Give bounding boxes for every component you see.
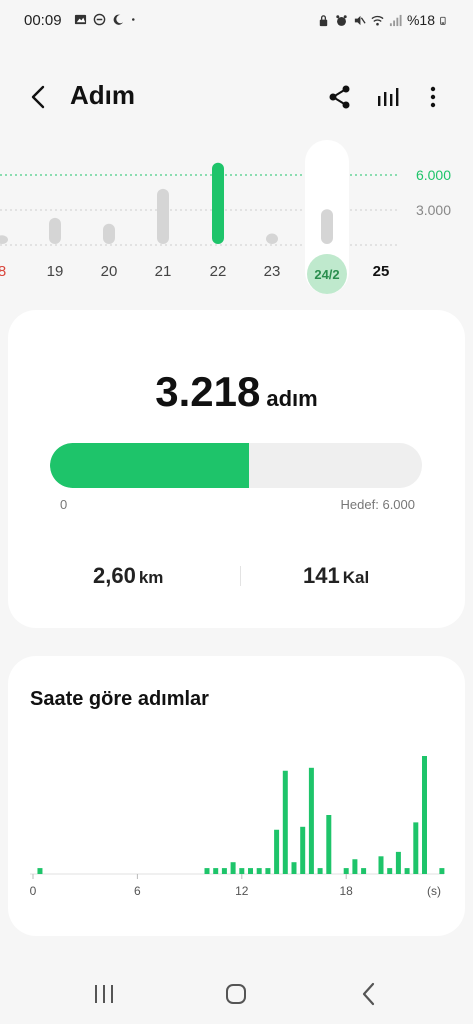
weekly-steps-chart: 8 19 20 21 22 23 24/2 25 6.000 3.000 bbox=[0, 138, 473, 298]
recent-apps-icon[interactable] bbox=[87, 979, 121, 1009]
trends-icon[interactable] bbox=[374, 82, 404, 112]
distance-value: 2,60 bbox=[93, 563, 136, 588]
hour-axis-label: 12 bbox=[235, 884, 249, 898]
hourly-bar bbox=[37, 868, 43, 874]
axis-label-goal: 6.000 bbox=[415, 167, 451, 183]
more-options-icon[interactable] bbox=[418, 82, 448, 112]
day-label[interactable]: 19 bbox=[47, 263, 64, 280]
alarm-lock-icon bbox=[319, 14, 328, 26]
goal-progress-fill bbox=[50, 443, 250, 488]
hourly-steps-card: Saate göre adımlar 0 6 12 18 (s) bbox=[8, 656, 465, 936]
goal-progress-bar bbox=[50, 443, 422, 488]
hourly-bar bbox=[300, 826, 306, 874]
progress-min-label: 0 bbox=[60, 497, 68, 512]
hourly-bar bbox=[282, 770, 288, 874]
hourly-bar bbox=[230, 862, 236, 874]
back-nav-icon[interactable] bbox=[352, 979, 386, 1009]
share-icon[interactable] bbox=[325, 82, 355, 112]
hourly-bar bbox=[291, 862, 297, 874]
hourly-bar bbox=[439, 868, 445, 874]
status-bar: 00:09 %18 bbox=[0, 0, 473, 44]
page-title: Adım bbox=[70, 80, 135, 110]
image-icon bbox=[74, 14, 87, 25]
battery-icon bbox=[440, 16, 446, 25]
status-system-icons: %18 bbox=[317, 12, 449, 28]
hourly-bar bbox=[395, 851, 401, 874]
hourly-bar bbox=[378, 856, 384, 874]
hour-axis-label: 18 bbox=[339, 884, 353, 898]
dot-icon bbox=[132, 18, 135, 21]
hourly-bar bbox=[213, 868, 219, 874]
day-label[interactable]: 20 bbox=[101, 263, 118, 280]
hourly-bar bbox=[413, 822, 419, 874]
alarm-icon bbox=[336, 14, 347, 26]
app-header: Adım bbox=[0, 70, 473, 122]
hourly-bar bbox=[343, 868, 349, 874]
day-label[interactable]: 22 bbox=[210, 263, 227, 280]
steps-count: 3.218 bbox=[155, 368, 261, 415]
day-label[interactable]: 8 bbox=[0, 263, 6, 280]
hourly-bar bbox=[422, 756, 427, 874]
stat-divider bbox=[240, 566, 241, 586]
hourly-bar bbox=[361, 868, 367, 874]
day-label[interactable]: 25 bbox=[373, 263, 390, 280]
hourly-bar bbox=[308, 767, 314, 874]
hourly-bar bbox=[239, 868, 245, 874]
day-label[interactable]: 21 bbox=[155, 263, 172, 280]
status-time: 00:09 bbox=[24, 12, 62, 29]
mute-icon bbox=[354, 15, 366, 25]
day-bar[interactable] bbox=[0, 235, 8, 244]
day-bar[interactable] bbox=[266, 233, 278, 244]
battery-percent: %18 bbox=[406, 12, 435, 28]
hourly-bar bbox=[387, 868, 393, 874]
day-bar[interactable] bbox=[157, 188, 169, 244]
home-icon[interactable] bbox=[219, 979, 253, 1009]
hourly-bar bbox=[274, 829, 280, 874]
hourly-bar bbox=[248, 868, 253, 874]
hourly-bar bbox=[204, 868, 210, 874]
day-bar[interactable] bbox=[103, 223, 115, 244]
hourly-bar bbox=[326, 815, 332, 874]
hour-axis-label: 6 bbox=[134, 884, 141, 898]
distance-unit: km bbox=[138, 568, 164, 587]
wifi-icon bbox=[371, 15, 384, 26]
hourly-bar bbox=[404, 868, 410, 874]
day-bar[interactable] bbox=[212, 162, 224, 244]
hourly-bar bbox=[221, 868, 227, 874]
distance-stat: 2,60 km bbox=[93, 563, 163, 589]
axis-label-mid: 3.000 bbox=[415, 202, 451, 218]
hourly-bar bbox=[352, 859, 358, 874]
calories-value: 141 bbox=[303, 563, 340, 588]
back-button[interactable] bbox=[24, 82, 54, 112]
hourly-bar bbox=[317, 868, 323, 874]
summary-card: 3.218 adım 0 Hedef: 6.000 2,60 km 141 Kal bbox=[8, 310, 465, 628]
moon-icon bbox=[113, 14, 124, 25]
progress-goal-label: Hedef: 6.000 bbox=[340, 497, 415, 512]
hour-axis-label: (s) bbox=[427, 884, 441, 898]
status-notification-icons bbox=[74, 13, 139, 26]
signal-icon bbox=[389, 14, 402, 26]
day-label-selected[interactable]: 24/2 bbox=[307, 254, 347, 294]
steps-total: 3.218 adım bbox=[8, 368, 465, 416]
day-label[interactable]: 23 bbox=[264, 263, 281, 280]
day-bar[interactable] bbox=[321, 209, 333, 244]
system-nav-bar bbox=[0, 965, 473, 1024]
hourly-bar bbox=[265, 868, 271, 874]
weekly-chart-canvas bbox=[0, 140, 400, 294]
calories-stat: 141 Kal bbox=[303, 563, 369, 589]
day-bar[interactable] bbox=[49, 217, 61, 244]
hourly-bar bbox=[256, 868, 262, 874]
do-not-disturb-icon bbox=[93, 13, 106, 26]
calories-unit: Kal bbox=[342, 568, 370, 587]
hour-axis-label: 0 bbox=[29, 884, 37, 898]
steps-unit: adım bbox=[266, 386, 318, 411]
